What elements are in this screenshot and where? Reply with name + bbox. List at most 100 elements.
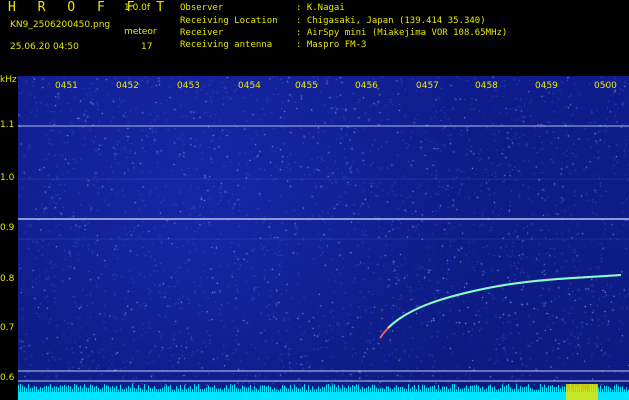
noise-floor-spike xyxy=(308,385,309,392)
noise-floor-spike xyxy=(530,388,531,392)
noise-floor-spike xyxy=(288,388,289,392)
noise-floor-spike xyxy=(494,386,495,392)
noise-floor-spike xyxy=(370,387,371,392)
noise-floor-spike xyxy=(508,384,509,392)
noise-floor-spike xyxy=(124,389,125,392)
noise-floor-spike xyxy=(506,385,507,392)
noise-floor-spike xyxy=(118,389,119,392)
noise-floor-spike xyxy=(526,386,527,392)
noise-floor-spike xyxy=(314,389,315,392)
noise-floor-spike xyxy=(274,387,275,392)
noise-floor-spike xyxy=(158,389,159,392)
x-tick-label: 0457 xyxy=(416,81,439,91)
noise-floor-spike xyxy=(340,388,341,392)
noise-floor-spike xyxy=(554,387,555,392)
noise-floor-spike xyxy=(202,388,203,392)
noise-floor-spike xyxy=(532,388,533,392)
noise-floor-spike xyxy=(32,388,33,392)
noise-floor-spike xyxy=(18,384,19,392)
noise-floor-spike xyxy=(492,387,493,392)
noise-floor-spike xyxy=(40,387,41,392)
noise-floor-spike xyxy=(264,385,265,392)
spectrogram xyxy=(18,76,629,400)
noise-floor-spike xyxy=(400,387,401,392)
y-axis-unit: kHz xyxy=(0,75,17,85)
noise-floor-spike xyxy=(236,388,237,392)
noise-floor-spike xyxy=(402,386,403,392)
noise-floor-spike xyxy=(388,386,389,392)
noise-floor-spike xyxy=(324,386,325,392)
noise-floor-spike xyxy=(196,386,197,392)
noise-floor-spike xyxy=(116,385,117,392)
noise-floor-spike xyxy=(434,385,435,392)
noise-floor-spike xyxy=(76,384,77,392)
x-tick-label: 0458 xyxy=(475,81,498,91)
noise-floor-spike xyxy=(602,389,603,392)
noise-floor-spike xyxy=(312,386,313,392)
noise-floor-spike xyxy=(620,386,621,392)
noise-floor-spike xyxy=(540,384,541,392)
noise-floor-spike xyxy=(276,389,277,392)
noise-floor-spike xyxy=(268,385,269,392)
noise-floor-spike xyxy=(226,385,227,392)
noise-floor-spike xyxy=(262,385,263,392)
noise-floor-spike xyxy=(608,386,609,392)
noise-floor-spike xyxy=(444,386,445,392)
noise-floor-spike xyxy=(416,389,417,392)
noise-floor-spike xyxy=(200,388,201,392)
noise-floor-spike xyxy=(298,388,299,392)
noise-floor-spike xyxy=(484,389,485,392)
noise-floor-spike xyxy=(406,388,407,392)
noise-floor-spike xyxy=(414,384,415,392)
noise-floor-spike xyxy=(376,387,377,392)
noise-floor-spike xyxy=(448,388,449,392)
noise-floor-spike xyxy=(122,389,123,392)
noise-floor-spike xyxy=(98,387,99,392)
noise-floor-spike xyxy=(30,388,31,392)
noise-floor-spike xyxy=(466,385,467,392)
noise-floor-spike xyxy=(410,388,411,392)
noise-floor-spike xyxy=(246,387,247,392)
noise-floor-spike xyxy=(300,388,301,392)
noise-floor-spike xyxy=(172,389,173,392)
noise-floor-spike xyxy=(102,387,103,392)
x-tick-label: 0454 xyxy=(238,81,261,91)
noise-floor-spike xyxy=(248,387,249,392)
noise-floor-spike xyxy=(516,384,517,392)
noise-floor-spike xyxy=(604,385,605,392)
noise-floor-spike xyxy=(228,388,229,392)
date-time: 25.06.20 04:50 xyxy=(10,42,79,52)
noise-floor-spike xyxy=(240,388,241,392)
meteor-trace xyxy=(379,274,622,339)
noise-floor-spike xyxy=(496,389,497,392)
noise-floor-spike xyxy=(362,386,363,392)
noise-floor-spike xyxy=(612,389,613,392)
noise-floor-spike xyxy=(260,385,261,392)
noise-floor-spike xyxy=(190,386,191,392)
noise-floor-spike xyxy=(514,388,515,392)
noise-floor-spike xyxy=(352,385,353,392)
noise-floor-spike xyxy=(84,384,85,392)
noise-floor-spike xyxy=(360,389,361,392)
noise-floor-spike xyxy=(238,388,239,392)
noise-floor-spike xyxy=(56,386,57,392)
noise-floor-spike xyxy=(500,388,501,392)
noise-floor-spike xyxy=(390,388,391,392)
noise-floor-spike xyxy=(486,388,487,392)
noise-floor-spike xyxy=(132,384,133,392)
noise-floor-spike xyxy=(342,384,343,392)
noise-floor-spike xyxy=(64,384,65,392)
noise-floor-spike xyxy=(106,385,107,392)
noise-floor-spike xyxy=(192,389,193,392)
noise-floor-spike xyxy=(212,387,213,392)
noise-floor-spike xyxy=(188,388,189,392)
noise-floor-spike xyxy=(502,384,503,392)
noise-floor-spike xyxy=(598,387,599,392)
noise-floor-spike xyxy=(344,387,345,392)
noise-floor-spike xyxy=(320,388,321,392)
noise-floor-spike xyxy=(182,389,183,392)
noise-floor-spike xyxy=(204,388,205,392)
noise-floor-spike xyxy=(58,387,59,392)
noise-floor-spike xyxy=(148,385,149,392)
noise-floor-spike xyxy=(70,386,71,392)
